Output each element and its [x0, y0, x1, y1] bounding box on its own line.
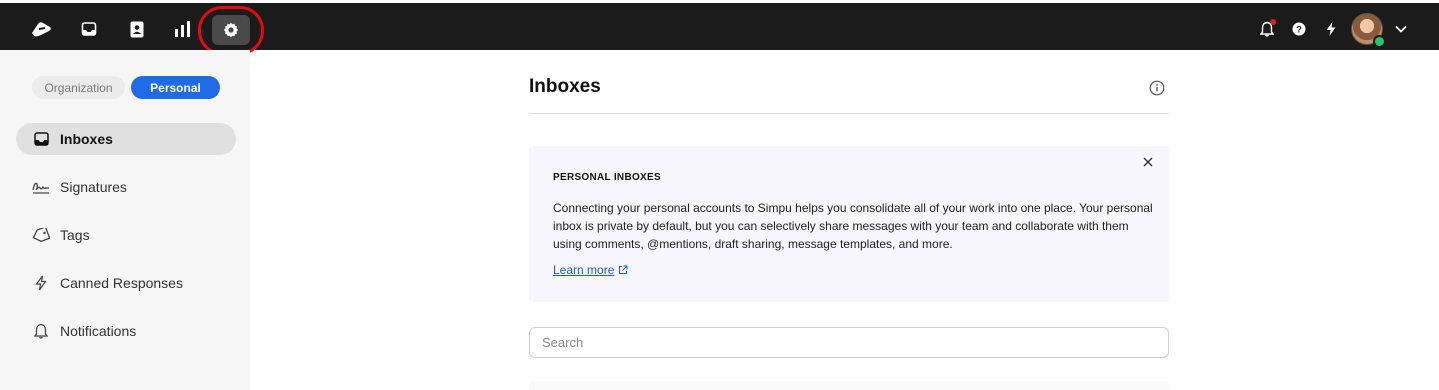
logo-icon[interactable] [26, 14, 56, 44]
tag-icon [32, 226, 50, 244]
settings-icon[interactable] [212, 15, 250, 45]
personal-toggle[interactable]: Personal [131, 76, 220, 99]
sidebar-item-label: Signatures [60, 179, 127, 195]
sidebar-item-label: Tags [60, 227, 90, 243]
chevron-down-icon[interactable] [1386, 14, 1416, 44]
sidebar-item-label: Inboxes [60, 131, 113, 147]
online-status-indicator [1373, 35, 1386, 48]
banner-title: PERSONAL INBOXES [553, 172, 661, 183]
title-divider [529, 113, 1169, 114]
external-link-icon [619, 265, 628, 274]
help-icon[interactable]: ? [1284, 14, 1314, 44]
sidebar-item-signatures[interactable]: Signatures [16, 171, 236, 203]
banner-description: Connecting your personal accounts to Sim… [553, 201, 1153, 251]
sidebar-item-tags[interactable]: Tags [16, 219, 236, 251]
bell-icon [32, 322, 50, 340]
sidebar-item-canned-responses[interactable]: Canned Responses [16, 267, 236, 299]
settings-sidebar: Organization Personal Inboxes Signatures… [0, 50, 250, 390]
inbox-icon[interactable] [74, 14, 104, 44]
notification-dot [1270, 19, 1276, 25]
page-title: Inboxes [529, 76, 601, 97]
inbox-list-top [529, 381, 1169, 390]
bolt-icon[interactable] [1316, 14, 1346, 44]
top-navigation-bar: ? [0, 0, 1439, 55]
sidebar-item-notifications[interactable]: Notifications [16, 315, 236, 347]
search-input[interactable] [529, 327, 1169, 358]
inbox-icon [32, 130, 50, 148]
svg-text:?: ? [1296, 25, 1302, 36]
contacts-icon[interactable] [122, 14, 152, 44]
bolt-icon [32, 274, 50, 292]
analytics-icon[interactable] [168, 14, 198, 44]
sidebar-item-label: Canned Responses [60, 275, 183, 291]
sidebar-item-inboxes[interactable]: Inboxes [16, 123, 236, 155]
learn-more-link[interactable]: Learn more [553, 263, 628, 277]
close-icon[interactable] [1141, 155, 1155, 169]
organization-toggle[interactable]: Organization [32, 76, 125, 99]
personal-inboxes-banner: PERSONAL INBOXES Connecting your persona… [529, 146, 1169, 302]
info-icon[interactable] [1149, 80, 1165, 96]
bell-icon[interactable] [1252, 14, 1282, 44]
signature-icon [32, 178, 50, 196]
sidebar-item-label: Notifications [60, 323, 137, 339]
learn-more-label: Learn more [553, 263, 615, 277]
